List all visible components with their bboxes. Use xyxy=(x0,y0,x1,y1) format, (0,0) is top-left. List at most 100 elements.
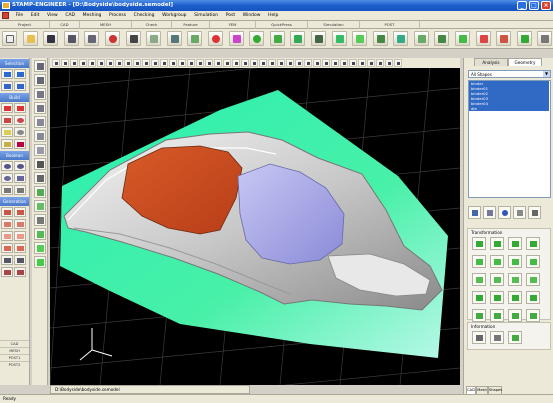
view-right-icon[interactable] xyxy=(34,102,46,114)
position-icon[interactable] xyxy=(508,309,522,322)
tab-feature[interactable]: Feature xyxy=(172,21,210,29)
zoom-out-icon[interactable] xyxy=(61,59,69,67)
menu-cad[interactable]: CAD xyxy=(62,11,78,21)
view-top-icon[interactable] xyxy=(34,116,46,128)
show-icon[interactable] xyxy=(250,59,258,67)
array-icon[interactable] xyxy=(526,255,540,268)
perspective-icon[interactable] xyxy=(322,59,330,67)
arc-icon[interactable] xyxy=(14,103,26,113)
ungroup-icon[interactable] xyxy=(490,291,504,304)
color-icon[interactable] xyxy=(34,242,46,254)
select-all-icon[interactable] xyxy=(14,81,26,91)
line-icon[interactable] xyxy=(1,103,13,113)
import-icon[interactable] xyxy=(63,31,79,46)
transparency-icon[interactable] xyxy=(277,59,285,67)
check-icon[interactable] xyxy=(207,31,223,46)
extend-icon[interactable] xyxy=(508,273,522,286)
translate-icon[interactable] xyxy=(472,237,486,250)
extrude-icon[interactable] xyxy=(1,207,13,217)
axis-icon[interactable] xyxy=(304,59,312,67)
document-tab[interactable]: D:\Bodyside\bodyside.semodel xyxy=(50,385,250,394)
layers-icon[interactable] xyxy=(34,228,46,240)
hide-icon[interactable] xyxy=(241,59,249,67)
circle-icon[interactable] xyxy=(14,115,26,125)
tab-analysis[interactable]: Analysis xyxy=(474,58,508,66)
view-left-icon[interactable] xyxy=(34,88,46,100)
zoom-window-icon[interactable] xyxy=(79,59,87,67)
sew-icon[interactable] xyxy=(14,185,26,195)
menu-simulation[interactable]: Simulation xyxy=(191,11,221,21)
minimize-button[interactable]: _ xyxy=(517,1,527,10)
spline-icon[interactable] xyxy=(1,115,13,125)
refine-icon[interactable] xyxy=(187,31,203,46)
project-icon[interactable] xyxy=(14,255,26,265)
rotate-y-icon[interactable] xyxy=(124,59,132,67)
coordinate-icon[interactable] xyxy=(526,309,540,322)
menu-window[interactable]: Window xyxy=(240,11,264,21)
tab-post[interactable]: POST xyxy=(360,21,420,29)
maximize-button[interactable]: □ xyxy=(529,1,539,10)
patch-icon[interactable] xyxy=(14,243,26,253)
3d-viewport[interactable] xyxy=(50,68,460,385)
triangle-icon[interactable] xyxy=(290,31,306,46)
select-edge-icon[interactable] xyxy=(214,59,222,67)
rotate-icon[interactable] xyxy=(97,59,105,67)
view-next-icon[interactable] xyxy=(160,59,168,67)
align-icon[interactable] xyxy=(490,255,504,268)
thicken-icon[interactable] xyxy=(14,267,26,277)
offset-tool-icon[interactable] xyxy=(490,273,504,286)
result-icon[interactable] xyxy=(496,31,512,46)
surface-icon[interactable] xyxy=(146,31,162,46)
blank-icon[interactable] xyxy=(331,31,347,46)
new-icon[interactable] xyxy=(2,31,17,46)
distance-icon[interactable] xyxy=(490,331,504,344)
cylinder-icon[interactable] xyxy=(14,139,26,149)
color-bucket-icon[interactable] xyxy=(483,206,496,219)
measure-icon[interactable] xyxy=(187,59,195,67)
menu-help[interactable]: Help xyxy=(265,11,281,21)
loft-icon[interactable] xyxy=(14,219,26,229)
menu-file[interactable]: File xyxy=(13,11,27,21)
group-icon[interactable] xyxy=(472,291,486,304)
settings-icon[interactable] xyxy=(537,31,553,46)
blend-icon[interactable] xyxy=(14,231,26,241)
show-all-icon[interactable] xyxy=(259,59,267,67)
grid-icon[interactable] xyxy=(286,59,294,67)
view-prev-icon[interactable] xyxy=(151,59,159,67)
menu-edit[interactable]: Edit xyxy=(28,11,43,21)
tab-quickpress[interactable]: QuickPress xyxy=(256,21,308,29)
menu-process[interactable]: Process xyxy=(106,11,129,21)
revolve-icon[interactable] xyxy=(14,207,26,217)
view-iso-icon[interactable] xyxy=(34,144,46,156)
render-icon[interactable] xyxy=(268,59,276,67)
sweep-icon[interactable] xyxy=(1,219,13,229)
zoom-in-icon[interactable] xyxy=(52,59,60,67)
binder-icon[interactable] xyxy=(413,31,429,46)
wireframe-icon[interactable] xyxy=(34,172,46,184)
sphere-view-icon[interactable] xyxy=(498,206,511,219)
properties-icon[interactable] xyxy=(528,206,541,219)
offset-icon[interactable] xyxy=(1,231,13,241)
snap-icon[interactable] xyxy=(295,59,303,67)
box-icon[interactable] xyxy=(1,139,13,149)
sphere-icon[interactable] xyxy=(14,127,26,137)
pan-icon[interactable] xyxy=(88,59,96,67)
fillet-icon[interactable] xyxy=(228,31,244,46)
view-front-icon[interactable] xyxy=(34,60,46,72)
intersect-icon[interactable] xyxy=(1,173,13,183)
tab-project[interactable]: Project xyxy=(0,21,50,29)
stop-icon[interactable] xyxy=(367,59,375,67)
left-tab-mesh[interactable]: MESH xyxy=(0,347,29,354)
scale-icon[interactable] xyxy=(508,237,522,250)
rotate-x-icon[interactable] xyxy=(115,59,123,67)
node-icon[interactable] xyxy=(372,31,388,46)
subtract-icon[interactable] xyxy=(14,161,26,171)
bead-icon[interactable] xyxy=(393,31,409,46)
menu-workgroup[interactable]: Workgroup xyxy=(159,11,189,21)
view-extra-icon[interactable] xyxy=(394,59,402,67)
open-icon[interactable] xyxy=(22,31,38,46)
view-back-icon[interactable] xyxy=(34,74,46,86)
tool-icon[interactable] xyxy=(310,31,326,46)
probe-icon[interactable] xyxy=(196,59,204,67)
add-selection-icon[interactable] xyxy=(1,69,13,79)
